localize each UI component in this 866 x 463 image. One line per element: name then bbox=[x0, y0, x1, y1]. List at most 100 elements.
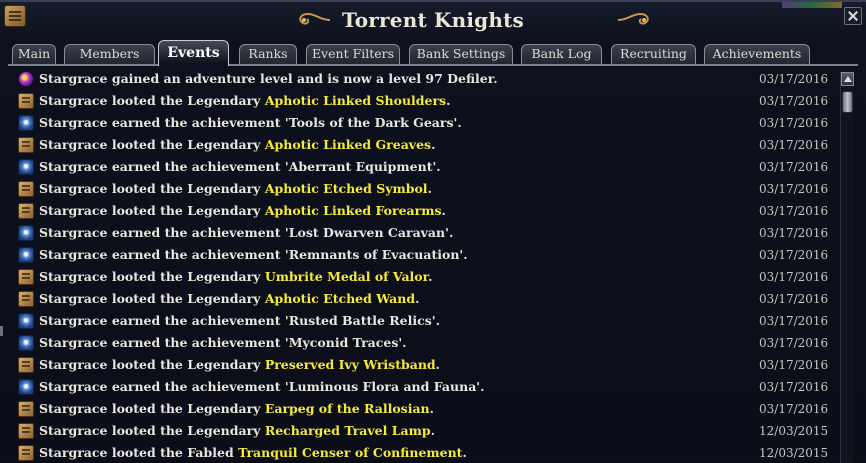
event-row[interactable]: Stargrace earned the achievement 'Rusted… bbox=[10, 310, 836, 332]
event-message-suffix: . bbox=[462, 445, 467, 460]
event-text: Stargrace looted the Legendary Preserved… bbox=[39, 354, 440, 376]
level-up-icon bbox=[18, 71, 34, 87]
tab-main[interactable]: Main bbox=[12, 44, 56, 64]
event-date: 03/17/2016 bbox=[759, 226, 829, 240]
event-message: Stargrace looted the Legendary bbox=[39, 203, 265, 218]
event-row[interactable]: Stargrace looted the Legendary Aphotic L… bbox=[10, 200, 836, 222]
item-link[interactable]: Recharged Travel Lamp bbox=[265, 423, 431, 438]
event-message: Stargrace earned the achievement 'Lost D… bbox=[39, 225, 454, 240]
tab-bar: Main Members Events Ranks Event Filters … bbox=[8, 40, 858, 66]
event-message: Stargrace earned the achievement 'Remnan… bbox=[39, 247, 468, 262]
event-row[interactable]: Stargrace looted the Legendary Earpeg of… bbox=[10, 398, 836, 420]
item-link[interactable]: Earpeg of the Rallosian bbox=[265, 401, 430, 416]
event-message-suffix: . bbox=[428, 269, 433, 284]
event-text: Stargrace earned the achievement 'Lumino… bbox=[39, 376, 484, 398]
event-text: Stargrace looted the Legendary Aphotic L… bbox=[39, 200, 446, 222]
scroll-thumb[interactable] bbox=[842, 91, 853, 113]
event-message-suffix: . bbox=[415, 291, 420, 306]
window-title: Torrent Knights bbox=[341, 8, 524, 32]
loot-icon bbox=[18, 181, 34, 197]
tab-event-filters[interactable]: Event Filters bbox=[306, 44, 400, 64]
event-date: 03/17/2016 bbox=[759, 72, 829, 86]
event-text: Stargrace earned the achievement 'Remnan… bbox=[39, 244, 468, 266]
event-row[interactable]: Stargrace looted the Legendary Preserved… bbox=[10, 354, 836, 376]
event-text: Stargrace looted the Legendary Earpeg of… bbox=[39, 398, 434, 420]
event-row[interactable]: Stargrace looted the Legendary Aphotic E… bbox=[10, 288, 836, 310]
event-text: Stargrace earned the achievement 'Rusted… bbox=[39, 310, 440, 332]
event-text: Stargrace looted the Legendary Aphotic E… bbox=[39, 288, 419, 310]
achievement-icon bbox=[18, 335, 34, 351]
event-message: Stargrace looted the Fabled bbox=[39, 445, 239, 460]
scroll-up-arrow-icon[interactable] bbox=[841, 72, 854, 86]
event-date: 12/03/2015 bbox=[759, 446, 829, 460]
event-list-scrollbar[interactable] bbox=[840, 72, 854, 463]
resize-handle[interactable] bbox=[0, 326, 3, 336]
item-link[interactable]: Aphotic Linked Forearms bbox=[265, 203, 442, 218]
item-link[interactable]: Tranquil Censer of Confinement bbox=[238, 445, 462, 460]
item-link[interactable]: Aphotic Etched Symbol bbox=[265, 181, 428, 196]
event-message: Stargrace earned the achievement 'Aberra… bbox=[39, 159, 441, 174]
achievement-icon bbox=[18, 313, 34, 329]
event-row[interactable]: Stargrace earned the achievement 'Lumino… bbox=[10, 376, 836, 398]
event-text: Stargrace earned the achievement 'Myconi… bbox=[39, 332, 407, 354]
loot-icon bbox=[18, 269, 34, 285]
close-icon[interactable] bbox=[844, 7, 862, 25]
tab-recruiting[interactable]: Recruiting bbox=[611, 44, 696, 64]
event-message: Stargrace looted the Legendary bbox=[39, 137, 265, 152]
event-date: 03/17/2016 bbox=[759, 182, 829, 196]
event-row[interactable]: Stargrace looted the Legendary Umbrite M… bbox=[10, 266, 836, 288]
tab-bank-log[interactable]: Bank Log bbox=[521, 44, 602, 64]
event-text: Stargrace gained an adventure level and … bbox=[39, 68, 498, 90]
event-message: Stargrace looted the Legendary bbox=[39, 401, 265, 416]
tab-members[interactable]: Members bbox=[64, 44, 155, 64]
event-message: Stargrace looted the Legendary bbox=[39, 357, 265, 372]
event-row[interactable]: Stargrace looted the Legendary Recharged… bbox=[10, 420, 836, 442]
event-message-suffix: . bbox=[430, 423, 435, 438]
item-link[interactable]: Umbrite Medal of Valor bbox=[265, 269, 428, 284]
event-message-suffix: . bbox=[427, 181, 432, 196]
event-text: Stargrace looted the Legendary Recharged… bbox=[39, 420, 435, 442]
loot-icon bbox=[18, 401, 34, 417]
event-row[interactable]: Stargrace gained an adventure level and … bbox=[10, 68, 836, 90]
event-row[interactable]: Stargrace earned the achievement 'Lost D… bbox=[10, 222, 836, 244]
tab-events[interactable]: Events bbox=[158, 40, 229, 66]
event-row[interactable]: Stargrace earned the achievement 'Myconi… bbox=[10, 332, 836, 354]
event-message-suffix: . bbox=[429, 401, 434, 416]
event-date: 03/17/2016 bbox=[759, 292, 829, 306]
event-text: Stargrace looted the Legendary Aphotic L… bbox=[39, 90, 450, 112]
event-date: 03/17/2016 bbox=[759, 402, 829, 416]
achievement-icon bbox=[18, 115, 34, 131]
item-link[interactable]: Aphotic Etched Wand bbox=[265, 291, 415, 306]
event-row[interactable]: Stargrace looted the Legendary Aphotic E… bbox=[10, 178, 836, 200]
event-date: 03/17/2016 bbox=[759, 270, 829, 284]
event-date: 12/03/2015 bbox=[759, 424, 829, 438]
event-text: Stargrace looted the Legendary Aphotic L… bbox=[39, 134, 435, 156]
event-message-suffix: . bbox=[446, 93, 451, 108]
event-text: Stargrace looted the Legendary Aphotic E… bbox=[39, 178, 432, 200]
event-list: Stargrace gained an adventure level and … bbox=[10, 68, 836, 463]
loot-icon bbox=[18, 93, 34, 109]
event-row[interactable]: Stargrace looted the Legendary Aphotic L… bbox=[10, 90, 836, 112]
item-link[interactable]: Aphotic Linked Shoulders bbox=[265, 93, 446, 108]
event-message: Stargrace earned the achievement 'Myconi… bbox=[39, 335, 407, 350]
tab-bank-settings[interactable]: Bank Settings bbox=[409, 44, 513, 64]
event-message: Stargrace looted the Legendary bbox=[39, 423, 265, 438]
event-message: Stargrace looted the Legendary bbox=[39, 93, 265, 108]
event-row[interactable]: Stargrace looted the Fabled Tranquil Cen… bbox=[10, 442, 836, 463]
event-row[interactable]: Stargrace earned the achievement 'Remnan… bbox=[10, 244, 836, 266]
event-date: 03/17/2016 bbox=[759, 204, 829, 218]
item-link[interactable]: Preserved Ivy Wristband bbox=[265, 357, 436, 372]
tab-ranks[interactable]: Ranks bbox=[239, 44, 297, 64]
event-message: Stargrace earned the achievement 'Rusted… bbox=[39, 313, 440, 328]
event-date: 03/17/2016 bbox=[759, 160, 829, 174]
tab-achievements[interactable]: Achievements bbox=[704, 44, 810, 64]
event-text: Stargrace earned the achievement 'Aberra… bbox=[39, 156, 441, 178]
event-text: Stargrace earned the achievement 'Tools … bbox=[39, 112, 462, 134]
event-row[interactable]: Stargrace earned the achievement 'Tools … bbox=[10, 112, 836, 134]
event-row[interactable]: Stargrace looted the Legendary Aphotic L… bbox=[10, 134, 836, 156]
event-row[interactable]: Stargrace earned the achievement 'Aberra… bbox=[10, 156, 836, 178]
event-message-suffix: . bbox=[435, 357, 441, 372]
achievement-icon bbox=[18, 247, 34, 263]
item-link[interactable]: Aphotic Linked Greaves bbox=[265, 137, 431, 152]
event-date: 03/17/2016 bbox=[759, 380, 829, 394]
